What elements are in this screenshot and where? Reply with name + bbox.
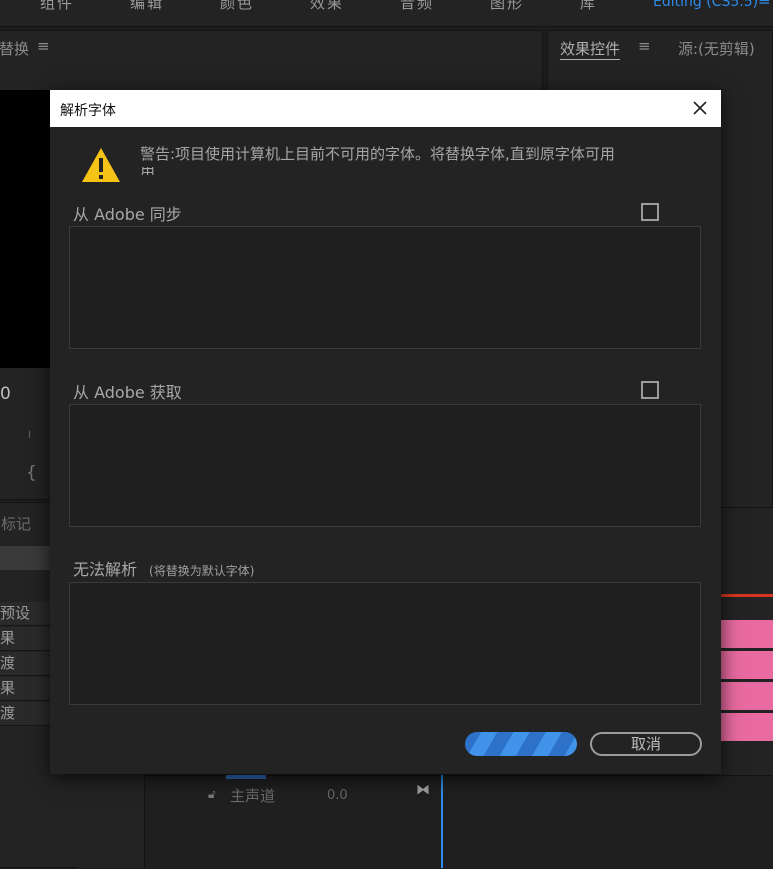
unresolved-note: (将替换为默认字体): [149, 564, 255, 578]
close-icon[interactable]: [689, 97, 711, 119]
pink-clip[interactable]: [720, 620, 773, 648]
list-item[interactable]: 果: [0, 627, 50, 651]
list-item[interactable]: 渡: [0, 702, 50, 726]
list-item-label: 渡: [0, 704, 16, 722]
pink-clip[interactable]: [720, 682, 773, 710]
dialog-title-bar: 解析字体: [50, 90, 721, 127]
warning-message-overflow: 用: [140, 167, 155, 175]
unresolved-fonts-list[interactable]: [69, 582, 701, 705]
list-item-label: 预设: [0, 604, 31, 622]
bracket-icon: {: [26, 463, 37, 483]
hamburger-menu-icon[interactable]: ≡: [37, 37, 50, 55]
list-item[interactable]: 果: [0, 677, 50, 701]
warning-message: 警告:项目使用计算机上目前不可用的字体。将替换字体,直到原字体可用: [140, 145, 615, 163]
sync-from-adobe-label: 从 Adobe 同步: [73, 205, 182, 224]
list-item[interactable]: 预设: [0, 602, 50, 626]
tools-panel: [78, 775, 145, 868]
playhead[interactable]: [441, 775, 443, 868]
menu-item-audio[interactable]: 音频: [400, 0, 434, 13]
resolve-button[interactable]: [465, 732, 577, 756]
list-item-label: 渡: [0, 654, 16, 672]
workspace-menu-icon[interactable]: ≡: [758, 0, 771, 9]
tab-source[interactable]: 源:(无剪辑): [678, 38, 755, 59]
pink-clip[interactable]: [720, 713, 773, 741]
bowtie-icon[interactable]: ⧓: [416, 782, 430, 798]
cancel-button[interactable]: 取消: [590, 732, 702, 756]
pink-clip[interactable]: [720, 651, 773, 679]
top-menu-bar: 组件 编辑 颜色 效果 音频 图形 库 Editing (CS5.5) ≡: [0, 0, 773, 27]
track-name: 主声道: [230, 787, 276, 805]
hamburger-menu-icon[interactable]: ≡: [638, 37, 651, 55]
sync-fonts-list[interactable]: [69, 226, 701, 349]
list-item[interactable]: 渡: [0, 652, 50, 676]
fetch-all-checkbox[interactable]: [641, 381, 659, 399]
list-item-label: 果: [0, 629, 16, 647]
list-item-label: 果: [0, 679, 16, 697]
tick-mark-icon: ╷: [26, 424, 34, 438]
video-preview: [0, 90, 50, 368]
unresolved-title: 无法解析: [73, 560, 138, 579]
audio-clip-indicator: [226, 775, 266, 779]
selected-row: [0, 546, 50, 570]
work-area-bar: [720, 594, 773, 597]
timecode-display: 0: [0, 384, 11, 404]
resolve-fonts-dialog: 解析字体 警告:项目使用计算机上目前不可用的字体。将替换字体,直到原字体可用 用…: [50, 90, 721, 774]
fetch-from-adobe-label: 从 Adobe 获取: [73, 383, 182, 402]
menu-item-graphics[interactable]: 图形: [490, 0, 524, 13]
sync-all-checkbox[interactable]: [641, 203, 659, 221]
menu-item-library[interactable]: 库: [580, 0, 597, 13]
fetch-fonts-list[interactable]: [69, 404, 701, 527]
lock-icon[interactable]: 🔓︎: [208, 787, 216, 802]
menu-item-edit[interactable]: 编辑: [130, 0, 164, 13]
menu-item-color[interactable]: 颜色: [220, 0, 254, 13]
track-value[interactable]: 0.0: [327, 788, 348, 803]
menu-item-effects[interactable]: 效果: [310, 0, 344, 13]
warning-triangle-icon: [81, 147, 121, 183]
tab-effect-controls[interactable]: 效果控件: [560, 38, 621, 60]
panel-tab-markers[interactable]: 标记: [1, 513, 31, 534]
dialog-title: 解析字体: [60, 103, 116, 119]
menu-item-components[interactable]: 组件: [40, 0, 74, 13]
workspace-editing-tab[interactable]: Editing (CS5.5): [653, 0, 758, 10]
panel-tab-replace[interactable]: 替换: [0, 38, 29, 59]
unresolved-label: 无法解析 (将替换为默认字体): [73, 556, 254, 580]
